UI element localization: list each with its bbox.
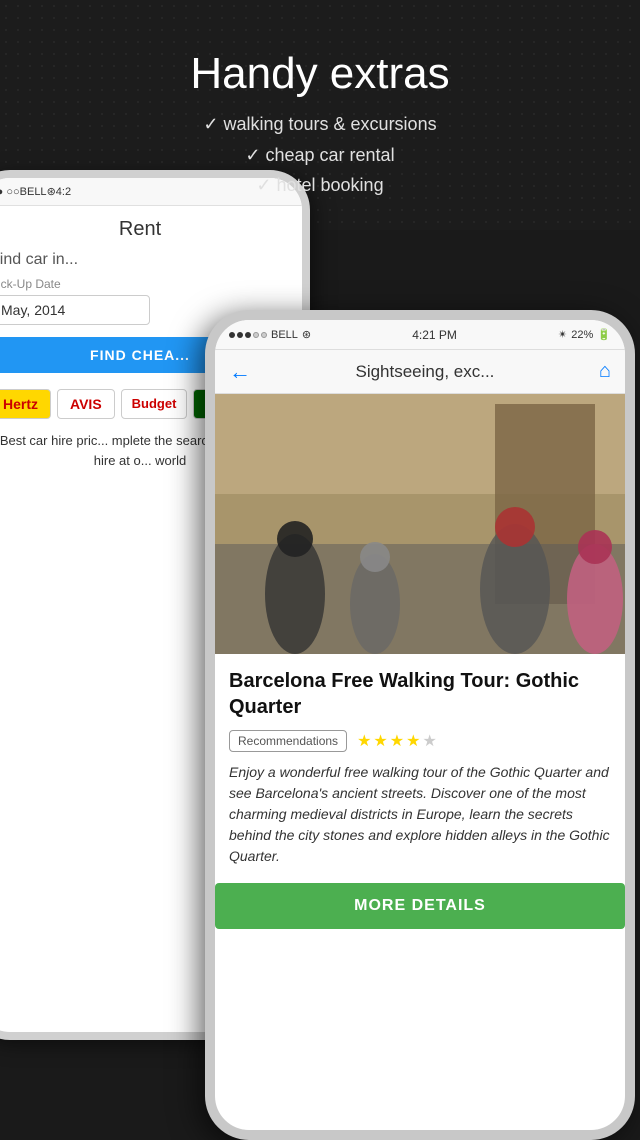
header-section: Handy extras ✓ walking tours & excursion… [0, 0, 640, 230]
dot-3 [245, 332, 251, 338]
avis-logo: AVIS [57, 389, 115, 419]
bluetooth-icon: ✴ [558, 328, 567, 341]
tour-content: Barcelona Free Walking Tour: Gothic Quar… [215, 654, 625, 929]
dot-1 [229, 332, 235, 338]
star-3: ★ [390, 731, 404, 751]
front-carrier: BELL [271, 329, 298, 341]
tour-image [215, 394, 625, 654]
star-4: ★ [406, 731, 420, 751]
front-time: 4:21 PM [412, 328, 457, 342]
signal-dots [229, 332, 267, 338]
dot-4 [253, 332, 259, 338]
star-1: ★ [357, 731, 371, 751]
feature-item-1: ✓ walking tours & excursions [203, 109, 436, 140]
pickup-label: Pick-Up Date [0, 277, 290, 291]
hertz-logo: Hertz [0, 389, 51, 419]
front-phone: BELL ⊛ 4:21 PM ✴ 22% 🔋 ← Sightseeing, ex… [205, 310, 635, 1140]
front-phone-inner: BELL ⊛ 4:21 PM ✴ 22% 🔋 ← Sightseeing, ex… [215, 320, 625, 1130]
battery-icon: 🔋 [597, 328, 611, 341]
feature-item-3: ✓ hotel booking [203, 170, 436, 201]
status-left: BELL ⊛ [229, 328, 311, 341]
tour-title: Barcelona Free Walking Tour: Gothic Quar… [229, 668, 611, 720]
home-button[interactable]: ⌂ [599, 360, 611, 383]
star-rating: ★ ★ ★ ★ ★ [357, 731, 437, 751]
battery-level: 22% [571, 329, 593, 341]
back-button[interactable]: ← [229, 359, 251, 385]
recommendation-tag: Recommendations [229, 730, 347, 752]
status-right: ✴ 22% 🔋 [558, 328, 611, 341]
find-car-label: Find car in... [0, 251, 290, 269]
pickup-date[interactable]: May, 2014 [0, 295, 150, 325]
navbar-title: Sightseeing, exc... [261, 362, 589, 382]
feature-list: ✓ walking tours & excursions ✓ cheap car… [203, 109, 436, 201]
front-navbar: ← Sightseeing, exc... ⌂ [215, 350, 625, 394]
wifi-icon: ⊛ [302, 328, 311, 341]
feature-item-2: ✓ cheap car rental [203, 140, 436, 171]
star-2: ★ [373, 731, 387, 751]
tour-photo [215, 394, 625, 654]
tour-description: Enjoy a wonderful free walking tour of t… [229, 762, 611, 867]
dot-5 [261, 332, 267, 338]
tour-tags: Recommendations ★ ★ ★ ★ ★ [229, 730, 611, 752]
page-title: Handy extras [190, 49, 449, 99]
more-details-button[interactable]: MORE DETAILS [215, 883, 625, 929]
front-statusbar: BELL ⊛ 4:21 PM ✴ 22% 🔋 [215, 320, 625, 350]
star-5-empty: ★ [422, 731, 436, 751]
budget-logo: Budget [121, 389, 188, 419]
dot-2 [237, 332, 243, 338]
